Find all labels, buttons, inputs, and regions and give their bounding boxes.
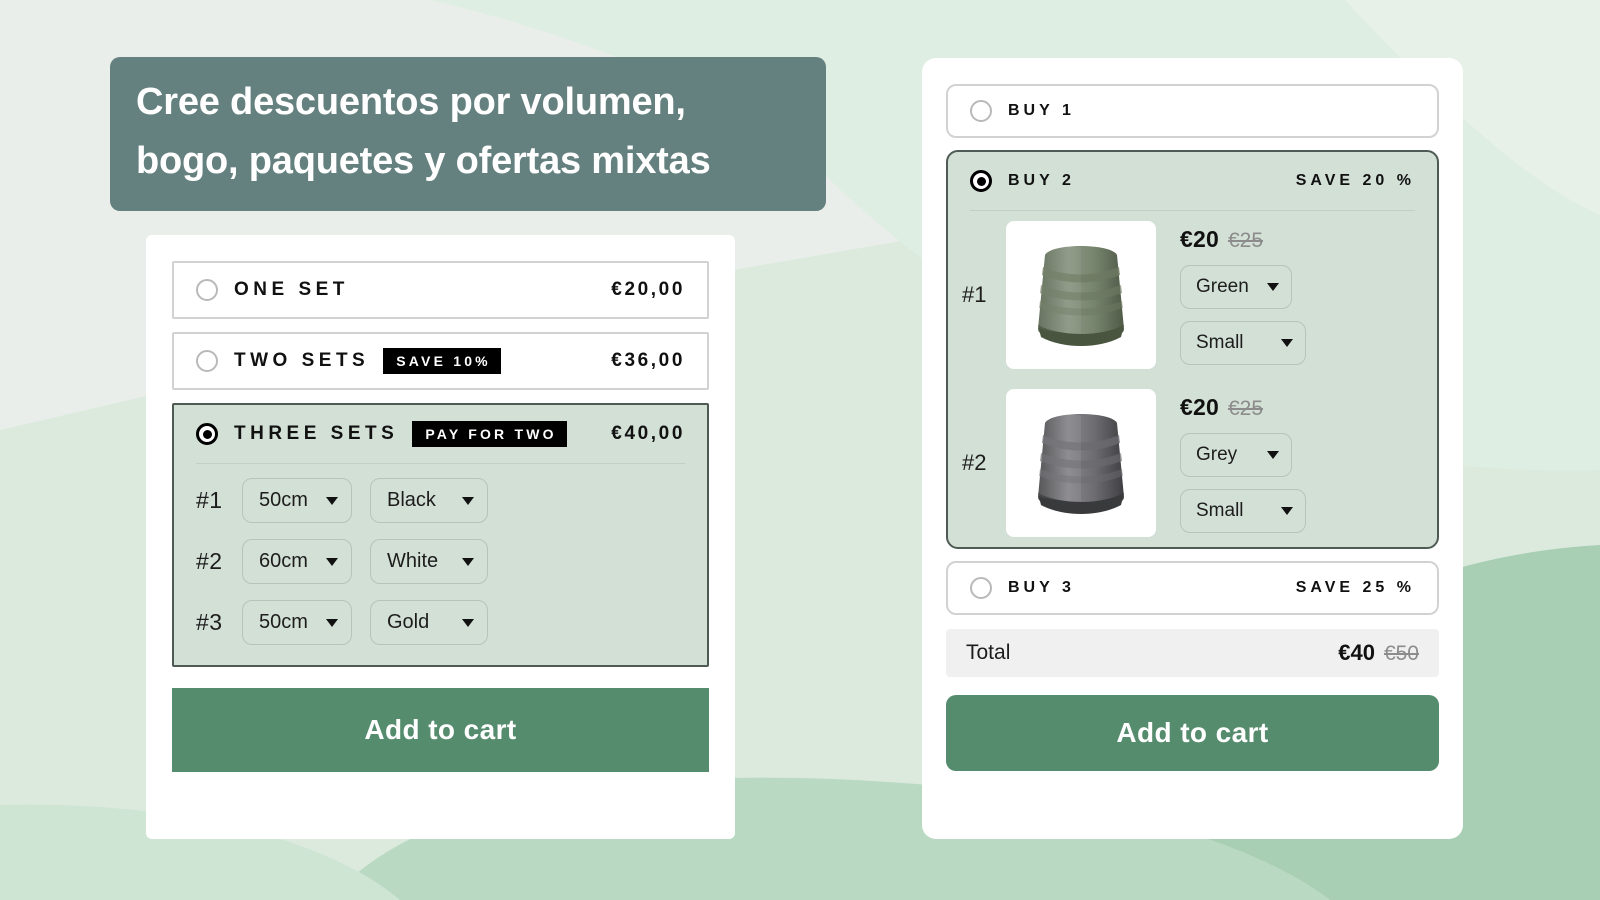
product-info: €20 €25 Grey Small [1172, 394, 1306, 533]
color-select-value: White [387, 550, 439, 572]
size-select[interactable]: 60cm [242, 539, 352, 584]
total-values: €40 €50 [1338, 640, 1419, 666]
variant-row: #1 50cm Black [196, 478, 685, 523]
size-select-value: Small [1196, 331, 1244, 353]
size-select-value: 60cm [259, 550, 308, 572]
headline-line-1: Cree descuentos por volumen, [136, 81, 686, 123]
add-to-cart-button-left[interactable]: Add to cart [172, 688, 709, 772]
price-original: €25 [1227, 228, 1264, 252]
product-thumbnail-grey [1006, 389, 1156, 537]
option-label: THREE SETS [234, 423, 399, 444]
variant-index: #1 [196, 487, 223, 513]
radio-icon[interactable] [970, 577, 992, 599]
option-header-row[interactable]: BUY 2 SAVE 20 % [948, 152, 1437, 210]
product-info: €20 €25 Green Small [1172, 226, 1306, 365]
product-price: €20 €25 [1180, 394, 1306, 421]
option-price: €40,00 [611, 423, 685, 444]
product-row-1: #1 €20 €25 Green Small [948, 211, 1437, 379]
product-color-select[interactable]: Grey [1180, 432, 1292, 477]
total-original: €50 [1383, 642, 1419, 665]
variant-row: #3 50cm Gold [196, 600, 685, 645]
color-select-value: Green [1196, 275, 1249, 297]
option-price: €20,00 [611, 279, 685, 300]
product-color-select[interactable]: Green [1180, 264, 1292, 309]
option-label: BUY 2 [1008, 172, 1075, 189]
chevron-down-icon [326, 618, 338, 627]
size-select[interactable]: 50cm [242, 600, 352, 645]
chevron-down-icon [462, 618, 474, 627]
product-index: #2 [962, 450, 987, 475]
option-label: BUY 1 [1008, 102, 1075, 119]
total-row: Total €40 €50 [946, 629, 1439, 677]
variant-rows: #1 50cm Black #2 60cm White #3 50cm Gold [174, 464, 707, 665]
total-current: €40 [1338, 640, 1375, 665]
product-price: €20 €25 [1180, 226, 1306, 253]
chevron-down-icon [1281, 506, 1293, 515]
product-index: #1 [962, 282, 987, 307]
color-select-value: Black [387, 489, 436, 511]
product-row-2: #2 €20 €25 Grey Small [948, 379, 1437, 547]
size-select-value: 50cm [259, 611, 308, 633]
color-select-value: Grey [1196, 443, 1238, 465]
option-header-row[interactable]: THREE SETS PAY FOR TWO €40,00 [174, 405, 707, 463]
chevron-down-icon [1281, 338, 1293, 347]
radio-icon-selected[interactable] [196, 423, 218, 445]
chevron-down-icon [1267, 282, 1279, 291]
option-label: BUY 3 [1008, 579, 1075, 596]
radio-icon[interactable] [970, 100, 992, 122]
chevron-down-icon [326, 557, 338, 566]
add-to-cart-button-right[interactable]: Add to cart [946, 695, 1439, 771]
right-offer-card: BUY 1 BUY 2 SAVE 20 % #1 €20 €25 Green S… [922, 58, 1463, 839]
radio-icon[interactable] [196, 279, 218, 301]
variant-row: #2 60cm White [196, 539, 685, 584]
chevron-down-icon [326, 496, 338, 505]
right-option-buy-1[interactable]: BUY 1 [946, 84, 1439, 138]
color-select[interactable]: Black [370, 478, 488, 523]
green-neck-gaiter-icon [1038, 246, 1124, 346]
left-option-one-set[interactable]: ONE SET €20,00 [172, 261, 709, 319]
radio-icon-selected[interactable] [970, 170, 992, 192]
headline-banner: Cree descuentos por volumen, bogo, paque… [110, 57, 826, 211]
variant-index: #2 [196, 548, 223, 574]
size-select-value: 50cm [259, 489, 308, 511]
option-badge: SAVE 10% [383, 348, 501, 374]
left-option-two-sets[interactable]: TWO SETS SAVE 10% €36,00 [172, 332, 709, 390]
product-size-select[interactable]: Small [1180, 320, 1306, 365]
option-badge: PAY FOR TWO [412, 421, 567, 447]
option-label: TWO SETS [234, 350, 370, 371]
option-label: ONE SET [234, 279, 349, 300]
left-option-three-sets[interactable]: THREE SETS PAY FOR TWO €40,00 #1 50cm Bl… [172, 403, 709, 667]
chevron-down-icon [462, 557, 474, 566]
size-select[interactable]: 50cm [242, 478, 352, 523]
option-save: SAVE 20 % [1295, 172, 1415, 189]
price-current: €20 [1180, 393, 1219, 420]
price-current: €20 [1180, 225, 1219, 252]
chevron-down-icon [462, 496, 474, 505]
color-select[interactable]: Gold [370, 600, 488, 645]
variant-index: #3 [196, 609, 223, 635]
option-save: SAVE 25 % [1295, 579, 1415, 596]
grey-neck-gaiter-icon [1038, 414, 1124, 514]
product-size-select[interactable]: Small [1180, 488, 1306, 533]
color-select-value: Gold [387, 611, 430, 633]
size-select-value: Small [1196, 499, 1244, 521]
right-option-buy-2[interactable]: BUY 2 SAVE 20 % #1 €20 €25 Green Small #… [946, 150, 1439, 549]
price-original: €25 [1227, 396, 1264, 420]
radio-icon[interactable] [196, 350, 218, 372]
right-option-buy-3[interactable]: BUY 3 SAVE 25 % [946, 561, 1439, 615]
option-price: €36,00 [611, 350, 685, 371]
headline-line-2: bogo, paquetes y ofertas mixtas [136, 139, 711, 182]
product-thumbnail-green [1006, 221, 1156, 369]
color-select[interactable]: White [370, 539, 488, 584]
total-label: Total [966, 641, 1011, 664]
left-offer-card: ONE SET €20,00 TWO SETS SAVE 10% €36,00 … [146, 235, 735, 839]
chevron-down-icon [1267, 450, 1279, 459]
